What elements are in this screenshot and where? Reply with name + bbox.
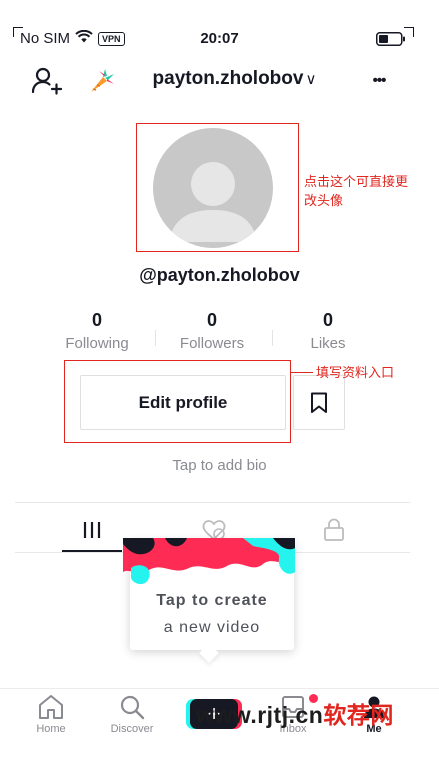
stat-divider <box>155 330 156 346</box>
tooltip-line2: a new video <box>163 619 261 636</box>
home-icon <box>39 695 63 719</box>
tooltip-artwork <box>123 538 295 600</box>
avatar-note-line2: 改头像 <box>304 193 344 208</box>
stat-likes[interactable]: 0 Likes <box>278 310 378 352</box>
nav-discover[interactable]: Discover <box>97 694 167 735</box>
battery-icon <box>376 32 406 46</box>
stat-following-label: Following <box>65 335 129 352</box>
watermark-accent: 软荐网 <box>323 702 394 728</box>
default-avatar-icon <box>169 162 257 242</box>
bookmark-icon <box>311 392 327 413</box>
add-bio-link[interactable]: Tap to add bio <box>0 457 439 474</box>
favorites-button[interactable] <box>293 375 345 430</box>
status-time: 20:07 <box>200 30 239 47</box>
site-watermark: www.rjtj.cn软荐网 <box>196 696 394 730</box>
stat-followers-label: Followers <box>179 335 245 352</box>
status-bar <box>0 0 439 58</box>
stat-divider <box>272 330 273 346</box>
annotation-connector <box>291 372 313 373</box>
stat-likes-value: 0 <box>322 310 333 330</box>
tab-private[interactable] <box>303 508 365 552</box>
lock-icon <box>324 518 344 541</box>
profile-handle: @payton.zholobov <box>139 265 300 285</box>
edit-annotation-note: 填写资料入口 <box>316 365 395 380</box>
stat-followers-value: 0 <box>206 310 217 330</box>
stat-followers[interactable]: 0 Followers <box>162 310 262 352</box>
tooltip-line1: Tap to create <box>156 592 268 609</box>
nav-discover-label: Discover <box>110 723 154 735</box>
stat-likes-label: Likes <box>310 335 346 352</box>
nav-home-label: Home <box>36 723 66 735</box>
tab-videos[interactable] <box>61 508 123 552</box>
avatar[interactable] <box>153 128 273 248</box>
section-divider <box>15 502 410 503</box>
more-options-button[interactable]: ••• <box>360 64 398 96</box>
more-dots-icon: ••• <box>372 71 387 89</box>
stat-following[interactable]: 0 Following <box>47 310 147 352</box>
stat-following-value: 0 <box>91 310 102 330</box>
watermark-url: www.rjtj.cn <box>196 702 324 728</box>
nav-home[interactable]: Home <box>16 694 86 735</box>
avatar-annotation-note: 点击这个可直接更 改头像 <box>304 172 424 210</box>
edit-profile-button[interactable]: Edit profile <box>80 375 286 430</box>
search-icon <box>120 695 145 720</box>
grid-icon <box>83 522 101 538</box>
chevron-down-icon: ∨ <box>305 71 317 88</box>
header-username-text: payton.zholobov <box>152 68 304 89</box>
avatar-note-line1: 点击这个可直接更 <box>304 174 409 189</box>
